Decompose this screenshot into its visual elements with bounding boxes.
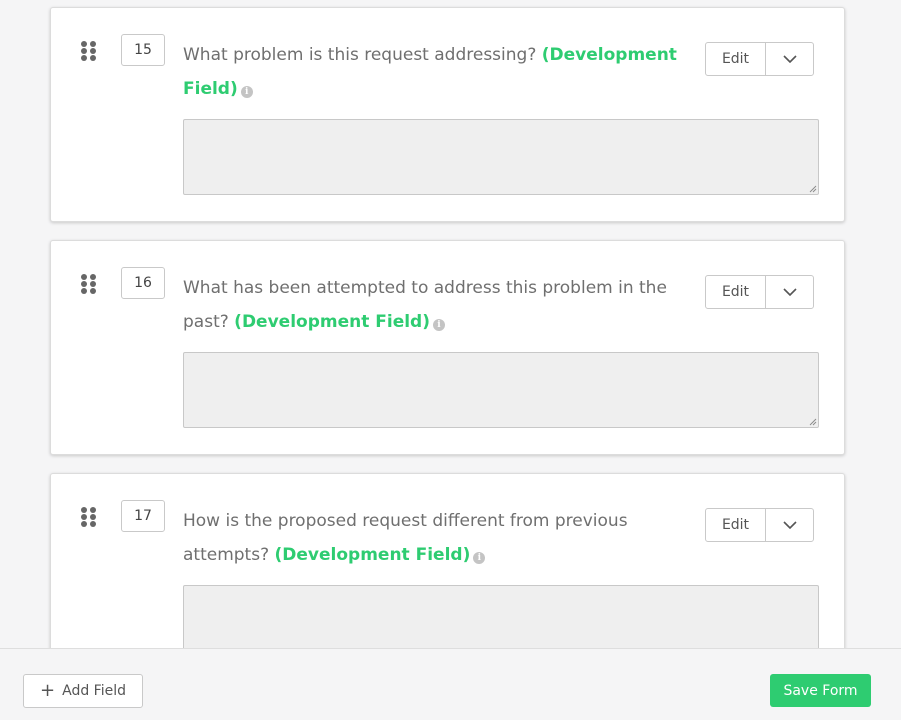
info-icon[interactable]: i <box>240 86 253 98</box>
field-number-input[interactable]: 16 <box>121 267 165 299</box>
field-number-input[interactable]: 17 <box>121 500 165 532</box>
drag-handle-icon[interactable] <box>81 274 98 294</box>
answer-textarea[interactable] <box>183 119 819 195</box>
save-form-button[interactable]: Save Form <box>770 674 871 707</box>
field-options-dropdown[interactable] <box>766 509 813 541</box>
field-options-dropdown[interactable] <box>766 43 813 75</box>
field-options-dropdown[interactable] <box>766 276 813 308</box>
form-field-card: 17 How is the proposed request different… <box>50 473 845 648</box>
resize-grip-icon[interactable] <box>809 185 817 193</box>
field-question-text: What problem is this request addressing? <box>183 45 537 65</box>
answer-textarea[interactable] <box>183 585 819 648</box>
chevron-down-icon <box>782 55 797 63</box>
resize-grip-icon[interactable] <box>809 418 817 426</box>
plus-icon: + <box>40 680 56 701</box>
edit-button[interactable]: Edit <box>706 509 766 541</box>
drag-handle-icon[interactable] <box>81 507 98 527</box>
field-question: What has been attempted to address this … <box>183 271 683 339</box>
development-field-tag: (Development Field) <box>274 545 471 565</box>
field-actions-group: Edit <box>705 42 814 76</box>
add-field-label: Add Field <box>62 683 126 699</box>
field-question: What problem is this request addressing?… <box>183 38 683 106</box>
info-icon[interactable]: i <box>433 319 445 331</box>
drag-handle-icon[interactable] <box>81 41 98 61</box>
chevron-down-icon <box>782 288 797 296</box>
field-question: How is the proposed request different fr… <box>183 504 683 572</box>
form-field-card: 16 What has been attempted to address th… <box>50 240 845 455</box>
field-number-input[interactable]: 15 <box>121 34 165 66</box>
edit-button[interactable]: Edit <box>706 43 766 75</box>
edit-button[interactable]: Edit <box>706 276 766 308</box>
add-field-button[interactable]: + Add Field <box>23 674 143 708</box>
answer-textarea[interactable] <box>183 352 819 428</box>
field-actions-group: Edit <box>705 275 814 309</box>
form-fields-list: 15 What problem is this request addressi… <box>0 0 901 648</box>
form-field-card: 15 What problem is this request addressi… <box>50 7 845 222</box>
field-actions-group: Edit <box>705 508 814 542</box>
info-icon[interactable]: i <box>473 552 486 564</box>
form-footer-bar: + Add Field Save Form <box>0 648 901 720</box>
development-field-tag: (Development Field) <box>234 312 430 332</box>
chevron-down-icon <box>782 521 797 529</box>
